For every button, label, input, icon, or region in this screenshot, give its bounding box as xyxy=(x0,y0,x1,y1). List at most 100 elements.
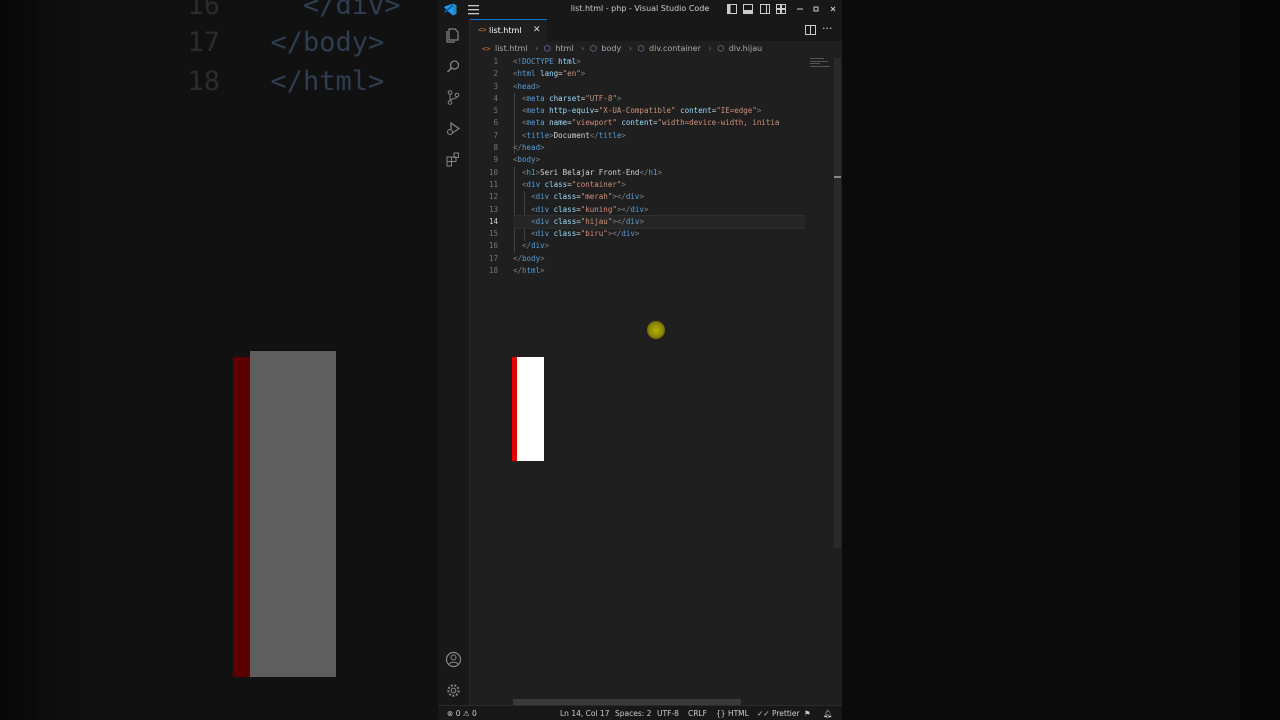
more-actions-icon[interactable]: ··· xyxy=(822,22,833,35)
code-line[interactable]: </div> xyxy=(513,240,805,252)
encoding[interactable]: UTF-8 xyxy=(657,709,679,718)
line-number: 14 xyxy=(488,216,498,226)
double-check-icon: ✓✓ xyxy=(757,709,770,718)
html-file-icon: <> xyxy=(482,45,491,53)
breadcrumb-item[interactable]: list.html xyxy=(495,44,528,53)
code-line[interactable]: <div class="merah"></div> xyxy=(513,191,805,203)
html-file-icon: <> xyxy=(478,26,487,34)
code-line[interactable]: <div class="container"> xyxy=(513,179,805,191)
extensions-icon[interactable] xyxy=(445,151,462,168)
breadcrumb-item[interactable]: div.hijau xyxy=(729,44,762,53)
background-left: 16 </div> 17 </body> 18 </html> xyxy=(0,0,438,720)
preview-white-block xyxy=(517,357,544,461)
notifications-bell-icon[interactable]: 🔔︎ xyxy=(823,709,833,718)
feedback-icon[interactable]: ⚑ xyxy=(804,709,811,718)
code-line[interactable]: <div class="biru"></div> xyxy=(513,228,805,240)
line-number: 8 xyxy=(493,143,498,153)
line-number: 9 xyxy=(493,155,498,165)
line-numbers: 1 2 3 4 5 6 7 8 9 10 11 12 13 14 15 16 17 18 xyxy=(470,56,498,277)
background-fade xyxy=(0,0,100,720)
line-number: 7 xyxy=(493,130,498,140)
code-line[interactable]: </html> xyxy=(513,265,805,277)
mouse-cursor-highlight xyxy=(647,321,665,339)
background-code-line: 16 </div> xyxy=(187,0,401,21)
line-number: 12 xyxy=(488,192,498,202)
line-number: 2 xyxy=(493,69,498,79)
tab-label: list.html xyxy=(489,26,522,35)
indentation[interactable]: Spaces: 2 xyxy=(615,709,651,718)
code-line[interactable]: </body> xyxy=(513,253,805,265)
line-number: 13 xyxy=(488,204,498,214)
toggle-secondary-sidebar-icon[interactable] xyxy=(760,4,770,14)
search-icon[interactable] xyxy=(445,58,462,75)
element-icon: ⬡ xyxy=(589,44,597,53)
language-mode[interactable]: {} HTML xyxy=(716,709,749,718)
restore-icon[interactable] xyxy=(811,4,821,14)
code-line[interactable]: <meta charset="UTF-8"> xyxy=(513,93,805,105)
line-number: 6 xyxy=(493,118,498,128)
error-icon: ⊗ xyxy=(447,709,454,718)
line-number: 4 xyxy=(493,93,498,103)
line-number: 5 xyxy=(493,106,498,116)
code-line[interactable]: <h1>Seri Belajar Front-End</h1> xyxy=(513,167,805,179)
code-line[interactable]: <title>Document</title> xyxy=(513,130,805,142)
background-preview-white xyxy=(250,351,336,677)
code-line[interactable]: <meta name="viewport" content="width=dev… xyxy=(513,117,805,129)
code-line[interactable]: <meta http-equiv="X-UA-Compatible" conte… xyxy=(513,105,805,117)
line-number: 15 xyxy=(488,229,498,239)
source-control-icon[interactable] xyxy=(445,89,462,106)
cursor-position[interactable]: Ln 14, Col 17 xyxy=(560,709,609,718)
accounts-icon[interactable] xyxy=(445,651,462,668)
run-debug-icon[interactable] xyxy=(445,120,462,137)
chevron-right-icon: › xyxy=(628,44,632,53)
line-number: 17 xyxy=(488,253,498,263)
line-number: 16 xyxy=(488,241,498,251)
vscode-window: list.html - php - Visual Studio Code <> … xyxy=(438,0,842,720)
close-tab-icon[interactable]: ✕ xyxy=(533,25,541,35)
chevron-right-icon: › xyxy=(581,44,585,53)
minimap[interactable] xyxy=(810,58,832,78)
line-number: 1 xyxy=(493,57,498,66)
scrollbar-cursor-marker xyxy=(834,176,841,178)
breadcrumb-item[interactable]: div.container xyxy=(649,44,701,53)
element-icon: ⬡ xyxy=(637,44,645,53)
language-label: HTML xyxy=(727,709,749,718)
vertical-scrollbar[interactable] xyxy=(834,58,841,548)
close-window-icon[interactable] xyxy=(828,4,838,14)
error-count: 0 xyxy=(455,709,461,718)
warning-count: 0 xyxy=(471,709,477,718)
code-line[interactable]: <div class="hijau"></div> xyxy=(513,214,805,230)
breadcrumb-item[interactable]: html xyxy=(555,44,573,53)
line-number: 18 xyxy=(488,266,498,276)
background-fade-right xyxy=(1240,0,1280,720)
minimize-icon[interactable] xyxy=(795,4,805,14)
code-line[interactable]: <html lang="en"> xyxy=(513,68,805,80)
code-area[interactable]: <!DOCTYPE html> <html lang="en"> <head> <m… xyxy=(513,56,805,277)
line-number: 3 xyxy=(493,81,498,91)
code-line[interactable]: <!DOCTYPE html> xyxy=(513,56,805,68)
background-code-line: 18 </html> xyxy=(187,66,385,97)
line-ending[interactable]: CRLF xyxy=(688,709,707,718)
split-editor-icon[interactable] xyxy=(805,25,816,35)
code-line[interactable]: <div class="kuning"></div> xyxy=(513,204,805,216)
element-icon: ⬡ xyxy=(717,44,725,53)
problems-indicator[interactable]: ⊗ 0 ⚠ 0 xyxy=(447,709,477,718)
braces-icon: {} xyxy=(716,709,726,718)
tab-list-html[interactable]: <> list.html ✕ xyxy=(470,19,547,42)
code-line[interactable]: </head> xyxy=(513,142,805,154)
code-line[interactable]: <body> xyxy=(513,154,805,166)
prettier-status[interactable]: ✓✓ Prettier xyxy=(757,709,800,718)
settings-gear-icon[interactable] xyxy=(445,682,462,699)
prettier-label: Prettier xyxy=(771,709,800,718)
breadcrumb-item[interactable]: body xyxy=(601,44,621,53)
explorer-icon[interactable] xyxy=(445,27,462,44)
background-code-line: 17 </body> xyxy=(187,27,385,58)
toggle-panel-icon[interactable] xyxy=(743,4,753,14)
toggle-sidebar-icon[interactable] xyxy=(727,4,737,14)
title-bar: list.html - php - Visual Studio Code xyxy=(438,0,842,19)
breadcrumb: <> list.html › ⬡ html › ⬡ body › ⬡ div.c… xyxy=(482,44,764,56)
element-icon: ⬡ xyxy=(543,44,551,53)
code-line[interactable]: <head> xyxy=(513,81,805,93)
background-right xyxy=(842,0,1280,720)
customize-layout-icon[interactable] xyxy=(776,4,786,14)
